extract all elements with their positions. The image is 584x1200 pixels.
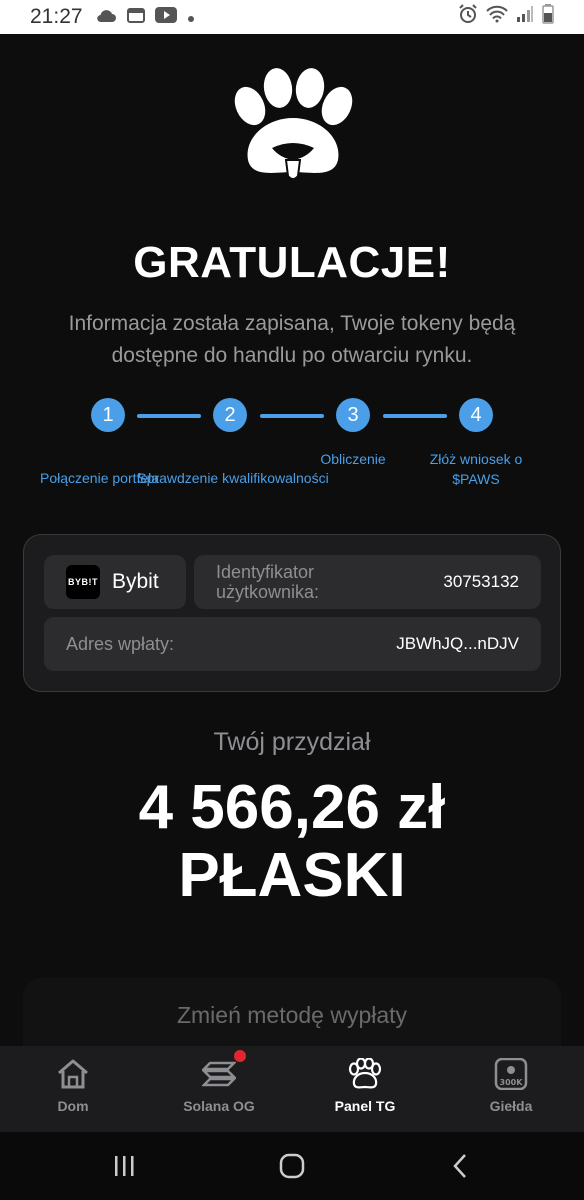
- home-icon: [55, 1056, 91, 1092]
- deposit-address-value: JBWhJQ...nDJV: [396, 634, 519, 653]
- paw-icon: [347, 1056, 383, 1092]
- allocation-label: Twój przydział: [213, 728, 371, 756]
- wifi-icon: [486, 5, 508, 29]
- step-2-label: Sprawdzenie kwalifikowalności: [137, 470, 329, 486]
- step-connector: [383, 414, 447, 418]
- youtube-icon: [154, 6, 177, 29]
- user-id-label: Identyfikator użytkownika:: [216, 562, 320, 602]
- cloud-icon: [95, 6, 117, 29]
- step-3-circle: 3: [336, 398, 370, 432]
- calendar-icon: [126, 6, 145, 29]
- battery-icon: [542, 4, 554, 30]
- exchange-name: Bybit: [112, 570, 159, 593]
- exchange-info-card: BYB!T Bybit Identyfikator użytkownika: 3…: [23, 534, 561, 692]
- status-bar: 21:27: [0, 0, 584, 34]
- back-button[interactable]: [430, 1146, 490, 1186]
- progress-stepper: 1 2 3 4 Połączenie portfela Sprawdzenie …: [0, 398, 584, 498]
- bottom-navigation: Dom Solana OG Panel TG 300K Giełda: [0, 1046, 584, 1132]
- system-navigation-bar: [0, 1132, 584, 1200]
- recent-apps-button[interactable]: [94, 1146, 154, 1186]
- deposit-address-label: Adres wpłaty:: [66, 633, 175, 654]
- step-1-circle: 1: [91, 398, 125, 432]
- exchange-300k-icon: 300K: [493, 1056, 529, 1092]
- exchange-selector[interactable]: BYB!T Bybit: [44, 555, 186, 609]
- user-id-value: 30753132: [443, 572, 519, 591]
- allocation-amount: 4 566,26 zł: [138, 773, 446, 842]
- nav-item-exchange[interactable]: 300K Giełda: [438, 1046, 584, 1132]
- nav-item-home[interactable]: Dom: [0, 1046, 146, 1132]
- signal-icon: [516, 5, 534, 29]
- home-button[interactable]: [262, 1146, 322, 1186]
- step-4-circle: 4: [459, 398, 493, 432]
- bybit-logo-icon: BYB!T: [66, 565, 100, 599]
- nav-label-solana-og: Solana OG: [183, 1098, 255, 1114]
- nav-item-solana-og[interactable]: Solana OG: [146, 1046, 292, 1132]
- status-time: 21:27: [30, 5, 83, 28]
- nav-label-home: Dom: [57, 1098, 89, 1114]
- allocation-value: 4 566,26 zł PŁASKI: [0, 774, 584, 910]
- alarm-icon: [458, 4, 478, 30]
- nav-label-panel-tg: Panel TG: [334, 1098, 396, 1114]
- notification-badge: [234, 1050, 246, 1062]
- change-payout-method-button[interactable]: Zmień metodę wypłaty: [23, 978, 561, 1046]
- solana-icon: [201, 1056, 237, 1092]
- page-subtitle: Informacja została zapisana, Twoje token…: [68, 312, 516, 367]
- allocation-unit: PŁASKI: [178, 841, 406, 910]
- step-3-label: Obliczenie: [320, 451, 386, 467]
- step-4-label: Złóż wniosek o $PAWS: [429, 451, 523, 487]
- nav-item-panel-tg[interactable]: Panel TG: [292, 1046, 438, 1132]
- nav-label-exchange: Giełda: [489, 1098, 533, 1114]
- step-connector: [260, 414, 324, 418]
- user-id-field: Identyfikator użytkownika: 30753132: [194, 555, 541, 609]
- step-2-circle: 2: [213, 398, 247, 432]
- deposit-address-field: Adres wpłaty: JBWhJQ...nDJV: [44, 617, 541, 671]
- step-connector: [137, 414, 201, 418]
- svg-text:300K: 300K: [500, 1078, 524, 1087]
- page-title: GRATULACJE!: [133, 238, 451, 287]
- paws-logo-icon: [226, 68, 360, 184]
- notification-dot-icon: [187, 6, 195, 29]
